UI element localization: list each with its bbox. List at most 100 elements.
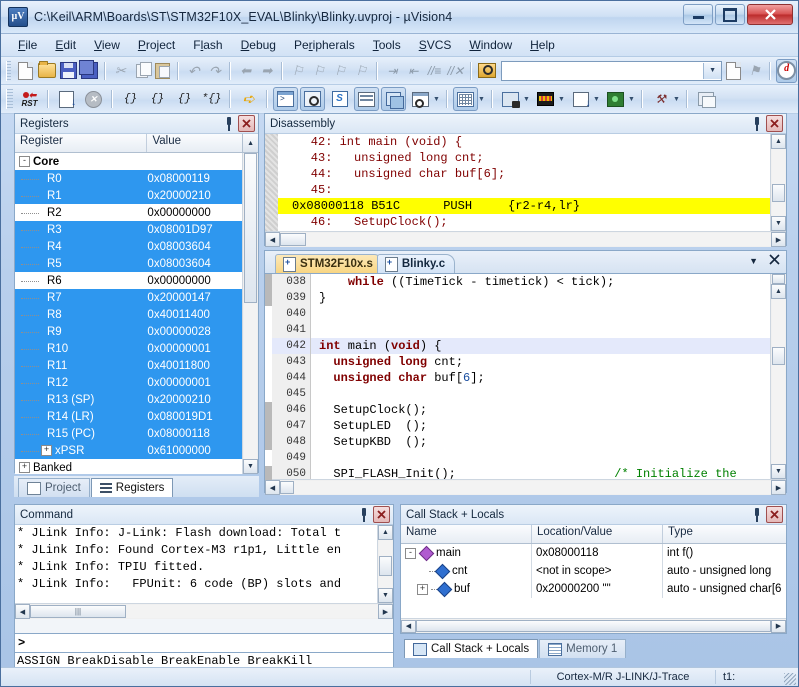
register-value[interactable]: 0x40011800 xyxy=(147,360,242,372)
register-value[interactable]: 0x00000028 xyxy=(147,326,242,338)
disassembly-line[interactable]: 44: unsigned char buf[6]; xyxy=(278,166,770,182)
editor-tab-blinky-c[interactable]: Blinky.c xyxy=(376,254,456,273)
register-row[interactable]: - Core xyxy=(15,153,242,170)
new-file-button[interactable] xyxy=(15,59,34,83)
register-row[interactable]: R6 0x00000000 xyxy=(15,272,242,289)
cut-button[interactable]: ✂ xyxy=(111,59,130,83)
editor-line[interactable]: while ((TimeTick - timetick) < tick); xyxy=(311,274,770,290)
scroll-up-button[interactable]: ▲ xyxy=(242,134,258,152)
close-icon[interactable] xyxy=(373,506,390,523)
scrollbar-thumb[interactable] xyxy=(772,347,785,365)
registers-grid-body[interactable]: - Core R0 0x08000119 R1 0x20000210 R2 0x0000000… xyxy=(15,153,242,474)
register-value[interactable]: 0x20000210 xyxy=(147,190,242,202)
callstack-row[interactable]: + buf 0x20000200 "" auto - unsigned char[6 xyxy=(401,580,786,598)
register-value[interactable]: 0x00000001 xyxy=(147,343,242,355)
register-row[interactable]: R0 0x08000119 xyxy=(15,170,242,187)
scrollbar-thumb[interactable] xyxy=(772,184,785,202)
menu-item-flash[interactable]: Flash xyxy=(184,36,231,54)
editor-code-area[interactable]: while ((TimeTick - timetick) < tick);} ➪i… xyxy=(311,274,770,479)
resize-grip-icon[interactable] xyxy=(784,673,796,685)
tree-expander[interactable]: - xyxy=(405,547,416,559)
scroll-right-button[interactable]: ▶ xyxy=(378,604,393,619)
run-button[interactable] xyxy=(54,87,79,111)
jump-to-definition-button[interactable]: ⚑ xyxy=(745,59,764,83)
tile-windows-button[interactable] xyxy=(693,87,718,111)
close-button[interactable] xyxy=(747,4,793,25)
scrollbar-track[interactable] xyxy=(244,303,257,459)
toolbar-grip[interactable] xyxy=(6,89,13,109)
scroll-down-button[interactable]: ▼ xyxy=(378,588,393,603)
scroll-down-button[interactable]: ▼ xyxy=(771,216,786,231)
books-button[interactable]: d xyxy=(776,58,798,83)
menu-item-tools[interactable]: Tools xyxy=(364,36,410,54)
callstack-horizontal-scrollbar[interactable]: ◀ ▶ xyxy=(401,618,786,633)
find-combo[interactable]: ▼ xyxy=(501,60,723,81)
scrollbar-track[interactable] xyxy=(772,365,785,464)
view-tab-memory-1[interactable]: Memory 1 xyxy=(539,639,627,658)
run-to-cursor-button[interactable]: *{} xyxy=(199,87,224,111)
register-value[interactable]: 0x08000119 xyxy=(147,173,242,185)
scrollbar-thumb[interactable] xyxy=(280,233,306,246)
next-bookmark-button[interactable]: ⚐ xyxy=(331,59,350,83)
command-output-area[interactable]: * JLink Info: J-Link: Flash download: To… xyxy=(15,525,377,603)
disassembly-line[interactable]: 45: xyxy=(278,182,770,198)
register-row[interactable]: R3 0x08001D97 xyxy=(15,221,242,238)
register-value[interactable]: 0x08001D97 xyxy=(147,224,242,236)
editor-line[interactable] xyxy=(311,450,770,466)
close-icon[interactable] xyxy=(766,506,783,523)
editor-horizontal-scrollbar[interactable]: ◀ ▶ xyxy=(265,479,786,495)
register-value[interactable]: 0x20000147 xyxy=(147,292,242,304)
scrollbar-track[interactable] xyxy=(306,233,771,246)
register-row[interactable]: R2 0x00000000 xyxy=(15,204,242,221)
pin-icon[interactable] xyxy=(752,507,762,522)
comment-button[interactable]: //≡ xyxy=(425,59,444,83)
menu-item-help[interactable]: Help xyxy=(521,36,564,54)
register-value[interactable]: 0x08003604 xyxy=(147,241,242,253)
menu-item-file[interactable]: File xyxy=(9,36,46,54)
editor-line[interactable]: unsigned char buf[6]; xyxy=(311,370,770,386)
register-row[interactable]: R15 (PC) 0x08000118 xyxy=(15,425,242,442)
editor-line[interactable] xyxy=(311,386,770,402)
reset-cpu-button[interactable]: ⬅ RST xyxy=(17,87,42,111)
redo-button[interactable]: ↷ xyxy=(205,59,224,83)
scrollbar-track[interactable] xyxy=(294,481,771,494)
scroll-up-button[interactable]: ▲ xyxy=(771,134,786,149)
scrollbar-track[interactable] xyxy=(379,576,392,588)
register-row[interactable]: R7 0x20000147 xyxy=(15,289,242,306)
analysis-window-button[interactable] xyxy=(533,87,558,111)
navigate-forward-button[interactable]: ➡ xyxy=(257,59,276,83)
menu-item-view[interactable]: View xyxy=(85,36,129,54)
scrollbar-track[interactable] xyxy=(126,605,378,618)
tree-expander[interactable]: + xyxy=(417,583,428,595)
callstack-location-value[interactable]: <not in scope> xyxy=(532,562,663,580)
column-header-name[interactable]: Name xyxy=(401,525,532,543)
copy-button[interactable] xyxy=(132,59,152,83)
register-row[interactable]: + xPSR 0x61000000 xyxy=(15,442,242,459)
command-vertical-scrollbar[interactable]: ▲ ▼ xyxy=(377,525,393,603)
command-horizontal-scrollbar[interactable]: ◀ ||| ▶ xyxy=(15,603,393,619)
disassembly-vertical-scrollbar[interactable]: ▲ ▼ xyxy=(770,134,786,231)
callstack-location-value[interactable]: 0x08000118 xyxy=(532,544,663,562)
scrollbar-track[interactable] xyxy=(772,149,785,184)
serial-window-button[interactable] xyxy=(498,87,523,111)
uncomment-button[interactable]: //✕ xyxy=(446,59,465,83)
system-viewer-button[interactable] xyxy=(603,87,628,111)
register-row[interactable]: R9 0x00000028 xyxy=(15,323,242,340)
register-row[interactable]: R5 0x08003604 xyxy=(15,255,242,272)
register-row[interactable]: R14 (LR) 0x080019D1 xyxy=(15,408,242,425)
chevron-down-icon[interactable]: ▼ xyxy=(749,256,758,266)
scroll-up-button[interactable]: ▲ xyxy=(771,284,786,299)
register-row[interactable]: R1 0x20000210 xyxy=(15,187,242,204)
minimize-button[interactable] xyxy=(683,4,713,25)
callstack-row[interactable]: - main 0x08000118 int f() xyxy=(401,544,786,562)
register-row[interactable]: R11 0x40011800 xyxy=(15,357,242,374)
memory-window-button[interactable] xyxy=(453,87,478,111)
column-header-register[interactable]: Register xyxy=(15,134,148,152)
callstack-grid-body[interactable]: - main 0x08000118 int f() cnt <not in scope> a… xyxy=(401,544,786,618)
disassembly-code-area[interactable]: 42: int main (void) { 43: unsigned long … xyxy=(278,134,770,231)
disassembly-horizontal-scrollbar[interactable]: ◀ ▶ xyxy=(265,231,786,247)
undo-button[interactable]: ↶ xyxy=(184,59,203,83)
scroll-left-button[interactable]: ◀ xyxy=(265,480,280,495)
callstack-location-value[interactable]: 0x20000200 "" xyxy=(532,580,663,598)
open-file-button[interactable] xyxy=(37,59,57,83)
